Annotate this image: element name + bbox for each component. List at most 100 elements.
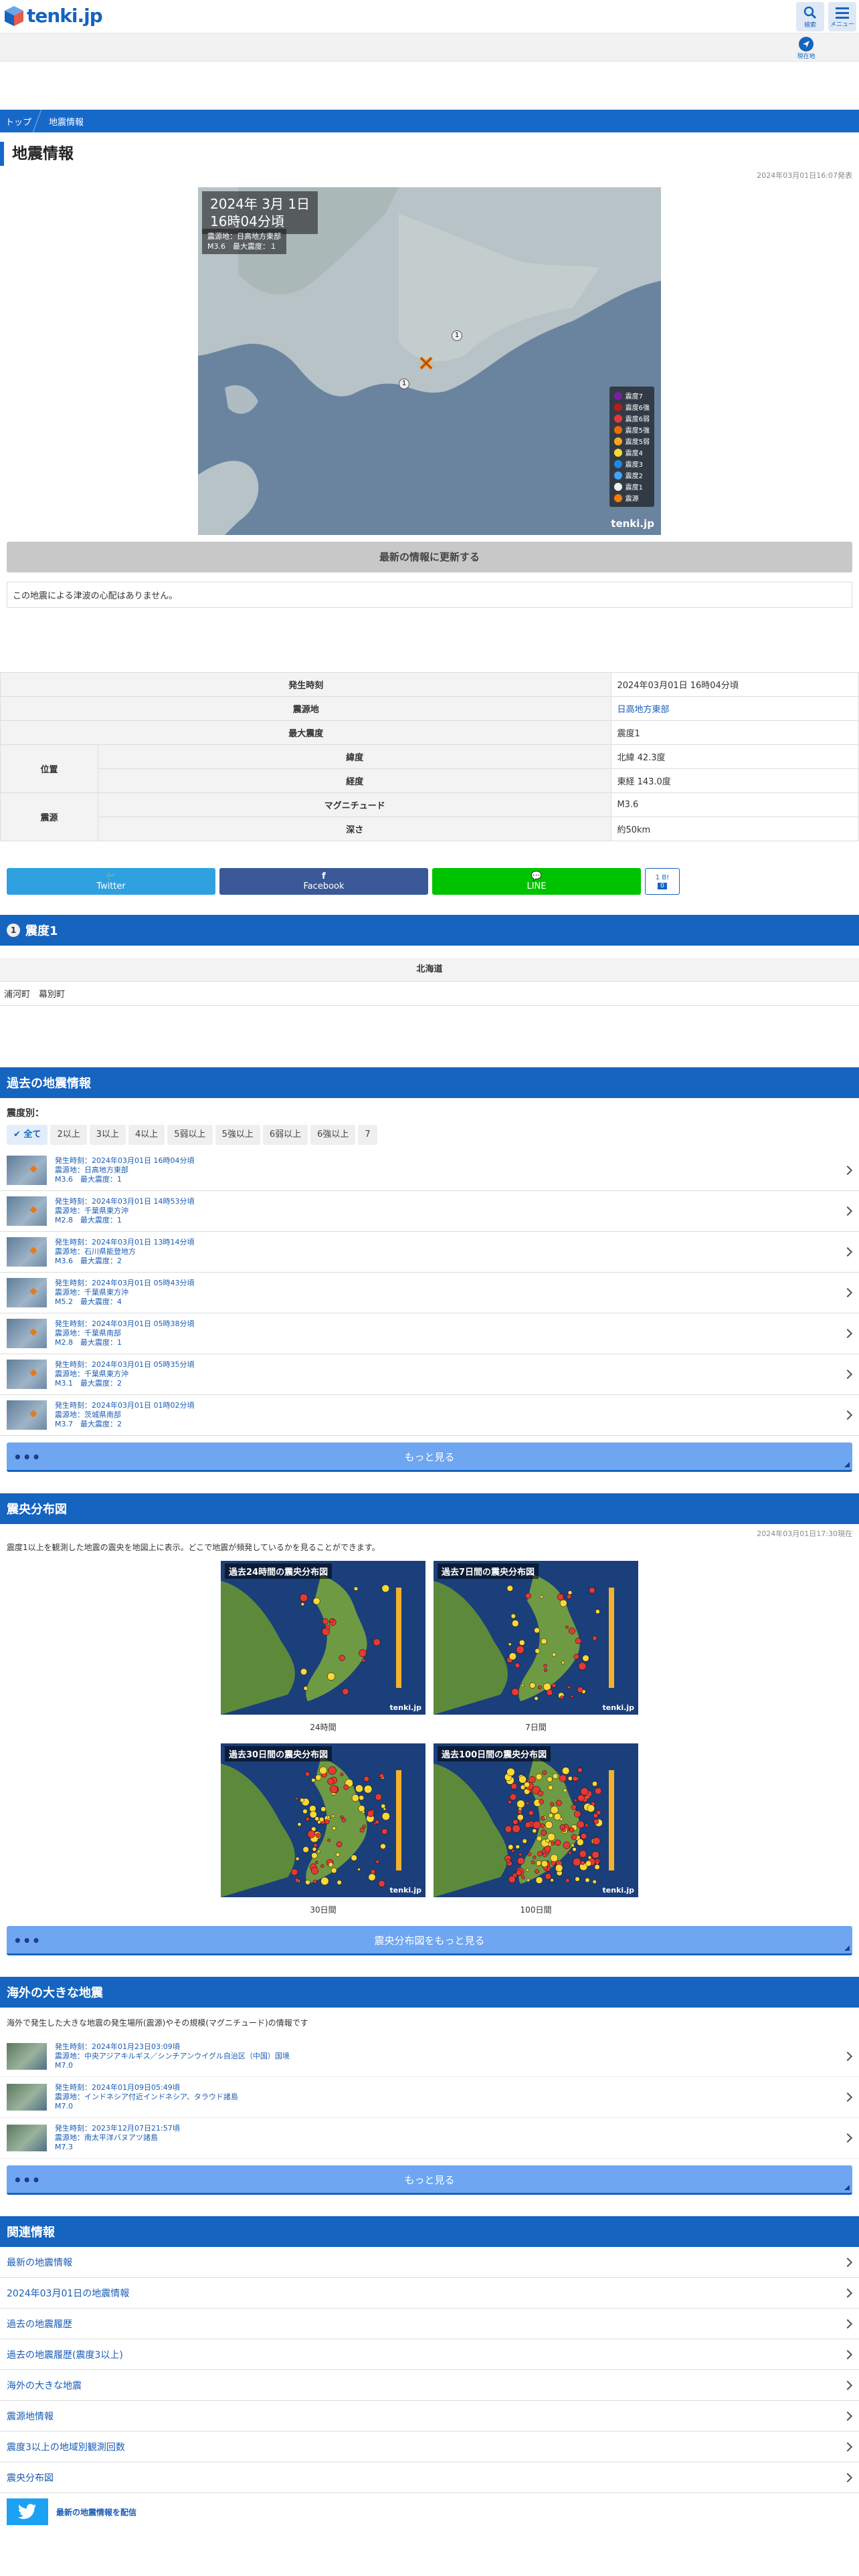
overseas-earthquake-item[interactable]: 発生時刻：2024年01月09日05:49頃 震源地：インドネシア付近インドネシア…: [0, 2077, 859, 2118]
latitude-label: 緯度: [97, 744, 612, 769]
search-button[interactable]: 検索: [796, 2, 824, 31]
distribution-map-graphic: [434, 1561, 638, 1715]
related-link[interactable]: 震源地情報: [0, 2401, 859, 2432]
overseas-more-button[interactable]: ••• もっと見る: [7, 2165, 852, 2195]
chevron-right-icon: [842, 2288, 853, 2298]
quake-text: 発生時刻：2024年03月01日 05時43分頃 震源地：千葉県東方沖 M5.2 最…: [55, 1279, 194, 1307]
quake-time: 発生時刻：2024年03月01日 01時02分頃: [55, 1401, 195, 1410]
facebook-share-button[interactable]: f Facebook: [219, 868, 428, 895]
filter-7[interactable]: 7: [358, 1125, 377, 1145]
related-link[interactable]: 過去の地震履歴(震度3以上): [0, 2339, 859, 2370]
past-earthquake-item[interactable]: 発生時刻：2024年03月01日 16時04分頃 震源地：日高地方東部 M3.6 最…: [0, 1150, 859, 1191]
quake-text: 発生時刻：2024年03月01日 05時38分頃 震源地：千葉県南部 M2.8 最大…: [55, 1319, 194, 1348]
breadcrumb-top[interactable]: トップ: [0, 115, 37, 128]
related-link-label: 震度3以上の地域別観測回数: [7, 2442, 125, 2453]
related-link[interactable]: 海外の大きな地震: [0, 2370, 859, 2401]
distribution-caption: 24時間: [310, 1723, 337, 1732]
update-button[interactable]: 最新の情報に更新する: [7, 542, 852, 572]
quake-time: 発生時刻：2024年03月01日 05時38分頃: [55, 1319, 195, 1328]
distribution-map-card[interactable]: 過去7日間の震央分布図 tenki.jp 7日間: [434, 1561, 638, 1737]
distribution-map-graphic: [221, 1561, 425, 1715]
legend-swatch-icon: [613, 482, 622, 491]
dots-icon: •••: [13, 1449, 41, 1465]
past-earthquake-item[interactable]: 発生時刻：2024年03月01日 05時35分頃 震源地：千葉県東方沖 M3.1 最…: [0, 1354, 859, 1395]
quake-time: 発生時刻：2024年03月01日 14時53分頃: [55, 1197, 195, 1206]
quake-place: 震源地：千葉県東方沖: [55, 1288, 128, 1297]
related-link[interactable]: 震度3以上の地域別観測回数: [0, 2432, 859, 2462]
past-earthquakes-header: 過去の地震情報: [0, 1067, 859, 1098]
legend-swatch-icon: [613, 414, 622, 423]
filter-5-lower[interactable]: 5弱以上: [167, 1125, 213, 1145]
filter-2[interactable]: 2以上: [50, 1125, 87, 1145]
quake-place: 震源地：千葉県東方沖: [55, 1206, 128, 1215]
longitude-label: 経度: [97, 768, 612, 793]
overseas-place: 震源地：中央アジアキルギス／シンチアンウイグル自治区（中国）国境: [55, 2052, 290, 2060]
filter-4[interactable]: 4以上: [128, 1125, 165, 1145]
filter-6-upper[interactable]: 6強以上: [310, 1125, 356, 1145]
distribution-updated: 2024年03月01日17:30現在: [757, 1529, 852, 1538]
related-link-label: 震源地情報: [7, 2411, 54, 2422]
twitter-icon: 🐦: [105, 871, 117, 881]
site-logo[interactable]: tenki.jp: [4, 5, 103, 27]
past-earthquake-item[interactable]: 発生時刻：2024年03月01日 13時14分頃 震源地：石川県能登地方 M3.6 …: [0, 1232, 859, 1273]
location-button[interactable]: 現在地: [795, 35, 818, 60]
chevron-right-icon: [842, 1165, 853, 1176]
related-link[interactable]: 2024年03月01日の地震情報: [0, 2278, 859, 2309]
search-icon: [803, 6, 817, 19]
breadcrumb-current: 地震情報: [49, 117, 84, 128]
twitter-promo[interactable]: 最新の地震情報を配信: [0, 2493, 859, 2531]
intensity-marker-1: 1: [452, 330, 462, 341]
filter-all[interactable]: ✔ 全て: [7, 1125, 48, 1145]
chevron-right-icon: [842, 2257, 853, 2267]
line-share-button[interactable]: 💬 LINE: [432, 868, 641, 895]
related-link[interactable]: 震央分布図: [0, 2462, 859, 2493]
epicenter-map[interactable]: 2024年 3月 1日 16時04分頃 震源地：日高地方東部 M3.6 最大震度…: [198, 187, 661, 535]
page-title: 地震情報: [0, 142, 859, 166]
menu-button[interactable]: メニュー: [828, 2, 856, 31]
past-heading: 過去の地震情報: [7, 1077, 91, 1091]
overseas-earthquake-item[interactable]: 発生時刻：2024年01月23日03:09頃 震源地：中央アジアキルギス／シンチア…: [0, 2036, 859, 2077]
past-earthquake-item[interactable]: 発生時刻：2024年03月01日 05時38分頃 震源地：千葉県南部 M2.8 最大…: [0, 1313, 859, 1354]
legend-item: 震度3: [613, 458, 650, 469]
distribution-map-card[interactable]: 過去24時間の震央分布図 tenki.jp 24時間: [221, 1561, 425, 1737]
filter-5-upper[interactable]: 5強以上: [215, 1125, 260, 1145]
related-link-label: 震央分布図: [7, 2472, 54, 2484]
chevron-right-icon: [842, 1287, 853, 1298]
related-link[interactable]: 最新の地震情報: [0, 2247, 859, 2278]
quake-magnitude: M3.6 最大震度：2: [55, 1257, 122, 1265]
overseas-time: 発生時刻：2023年12月07日21:57頃: [55, 2124, 180, 2133]
chevron-right-icon: [842, 2319, 853, 2329]
distribution-more-button[interactable]: ••• 震央分布図をもっと見る: [7, 1926, 852, 1955]
filter-6-lower[interactable]: 6弱以上: [262, 1125, 308, 1145]
bookmark-count: 1 B!: [655, 873, 670, 881]
overseas-earthquake-item[interactable]: 発生時刻：2023年12月07日21:57頃 震源地：南太平洋バヌアツ諸島 M7.3: [0, 2118, 859, 2159]
related-link[interactable]: 過去の地震履歴: [0, 2309, 859, 2339]
past-earthquake-item[interactable]: 発生時刻：2024年03月01日 05時43分頃 震源地：千葉県東方沖 M5.2 最…: [0, 1273, 859, 1313]
past-earthquake-item[interactable]: 発生時刻：2024年03月01日 01時02分頃 震源地：茨城県南部 M3.7 最大…: [0, 1395, 859, 1436]
distribution-header: 震央分布図: [0, 1493, 859, 1524]
distribution-map-card[interactable]: 過去30日間の震央分布図 tenki.jp 30日間: [221, 1743, 425, 1919]
hatena-bookmark-button[interactable]: 1 B! 0: [645, 868, 680, 895]
latitude-value: 北緯 42.3度: [611, 744, 859, 769]
chevron-right-icon: [842, 1328, 853, 1339]
quake-text: 発生時刻：2024年03月01日 16時04分頃 震源地：日高地方東部 M3.6 最…: [55, 1156, 194, 1184]
legend-item: 震度6弱: [613, 413, 650, 424]
share-buttons: 🐦 Twitter f Facebook 💬 LINE 1 B! 0: [7, 868, 852, 895]
past-more-button[interactable]: ••• もっと見る: [7, 1442, 852, 1472]
distribution-map-card[interactable]: 過去100日間の震央分布図 tenki.jp 100日間: [434, 1743, 638, 1919]
twitter-bird-icon: [7, 2498, 48, 2525]
epicenter-link[interactable]: 日高地方東部: [617, 705, 669, 715]
legend-item: 震度2: [613, 469, 650, 481]
map-brand: tenki.jp: [611, 518, 654, 530]
distribution-map-brand: tenki.jp: [602, 1703, 634, 1712]
twitter-share-button[interactable]: 🐦 Twitter: [7, 868, 215, 895]
quake-magnitude: M2.8 最大震度：1: [55, 1338, 122, 1347]
distribution-map-graphic: [221, 1743, 425, 1897]
quake-thumbnail: [7, 1319, 47, 1348]
legend-swatch-icon: [613, 425, 622, 434]
quake-text: 発生時刻：2024年03月01日 14時53分頃 震源地：千葉県東方沖 M2.8 最…: [55, 1197, 194, 1225]
magnitude-label: マグニチュード: [97, 792, 612, 817]
ad-space: [0, 62, 859, 110]
past-earthquake-item[interactable]: 発生時刻：2024年03月01日 14時53分頃 震源地：千葉県東方沖 M2.8 最…: [0, 1191, 859, 1232]
filter-3[interactable]: 3以上: [89, 1125, 126, 1145]
